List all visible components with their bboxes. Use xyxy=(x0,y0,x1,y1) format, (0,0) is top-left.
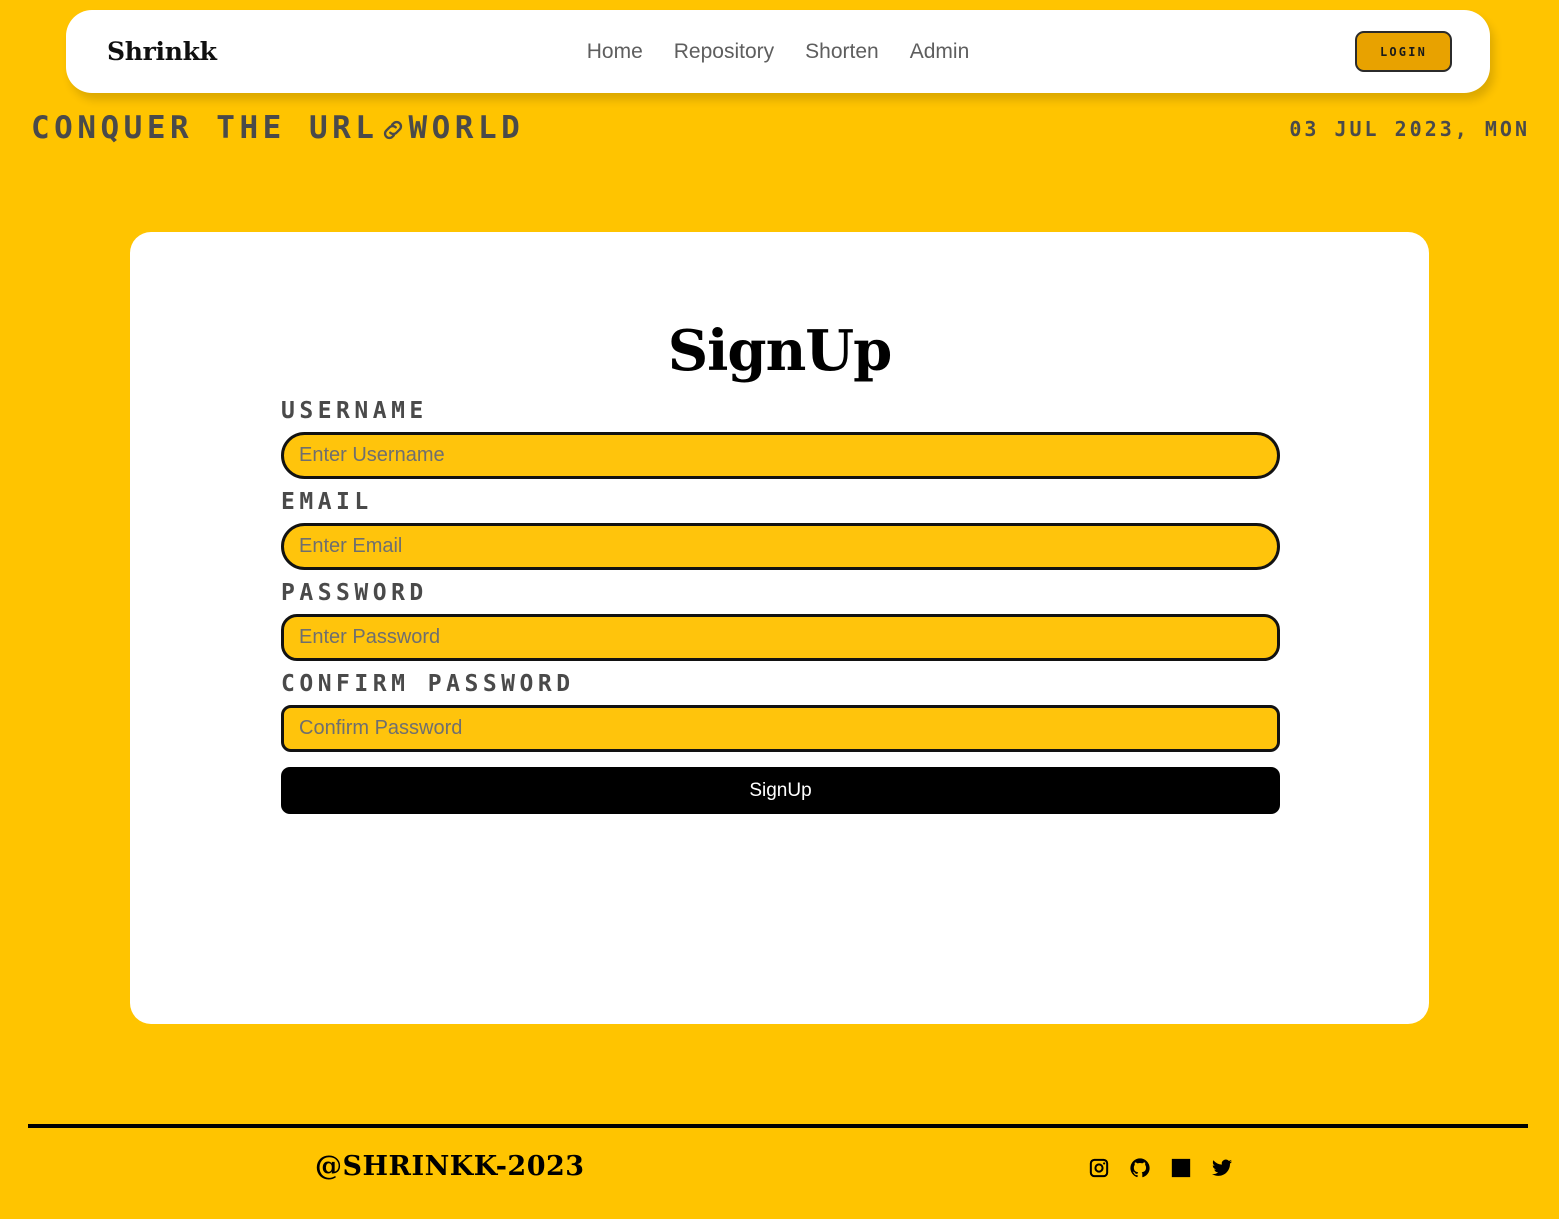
instagram-icon[interactable] xyxy=(1088,1157,1110,1179)
password-input[interactable] xyxy=(281,614,1280,661)
page-footer: @SHRINKK-2023 xyxy=(0,1145,1559,1205)
signup-form: USERNAME EMAIL PASSWORD CONFIRM PASSWORD… xyxy=(281,398,1280,814)
label-email: EMAIL xyxy=(281,489,373,515)
tagline-text-after: WORLD xyxy=(408,110,525,146)
footer-copyright: @SHRINKK-2023 xyxy=(315,1151,585,1182)
confirm-password-input[interactable] xyxy=(281,705,1280,752)
label-username: USERNAME xyxy=(281,398,428,424)
nav-link-admin[interactable]: Admin xyxy=(910,41,970,62)
footer-divider xyxy=(28,1124,1528,1128)
nav-link-shorten[interactable]: Shorten xyxy=(805,41,879,62)
login-button[interactable]: LOGIN xyxy=(1355,31,1452,72)
signup-submit-button[interactable]: SignUp xyxy=(281,767,1280,814)
social-links xyxy=(1088,1157,1233,1179)
signup-card: SignUp USERNAME EMAIL PASSWORD CONFIRM P… xyxy=(130,232,1429,1024)
label-password: PASSWORD xyxy=(281,580,428,606)
tagline-text-before: CONQUER THE URL xyxy=(31,110,379,146)
page-title: SignUp xyxy=(667,318,893,384)
nav-links: Home Repository Shorten Admin xyxy=(66,41,1490,62)
site-tagline: CONQUER THE URL WORLD xyxy=(31,110,524,146)
link-icon xyxy=(380,117,406,143)
github-icon[interactable] xyxy=(1129,1157,1151,1179)
date-stamp: 03 JUL 2023, MON xyxy=(1289,117,1530,141)
linkedin-icon[interactable] xyxy=(1170,1157,1192,1179)
nav-link-repository[interactable]: Repository xyxy=(674,41,774,62)
banner-row: CONQUER THE URL WORLD 03 JUL 2023, MON xyxy=(0,110,1559,156)
nav-link-home[interactable]: Home xyxy=(587,41,643,62)
label-confirm-password: CONFIRM PASSWORD xyxy=(281,671,575,697)
username-input[interactable] xyxy=(281,432,1280,479)
email-input[interactable] xyxy=(281,523,1280,570)
top-navbar: Shrinkk Home Repository Shorten Admin LO… xyxy=(66,10,1490,93)
twitter-icon[interactable] xyxy=(1211,1157,1233,1179)
